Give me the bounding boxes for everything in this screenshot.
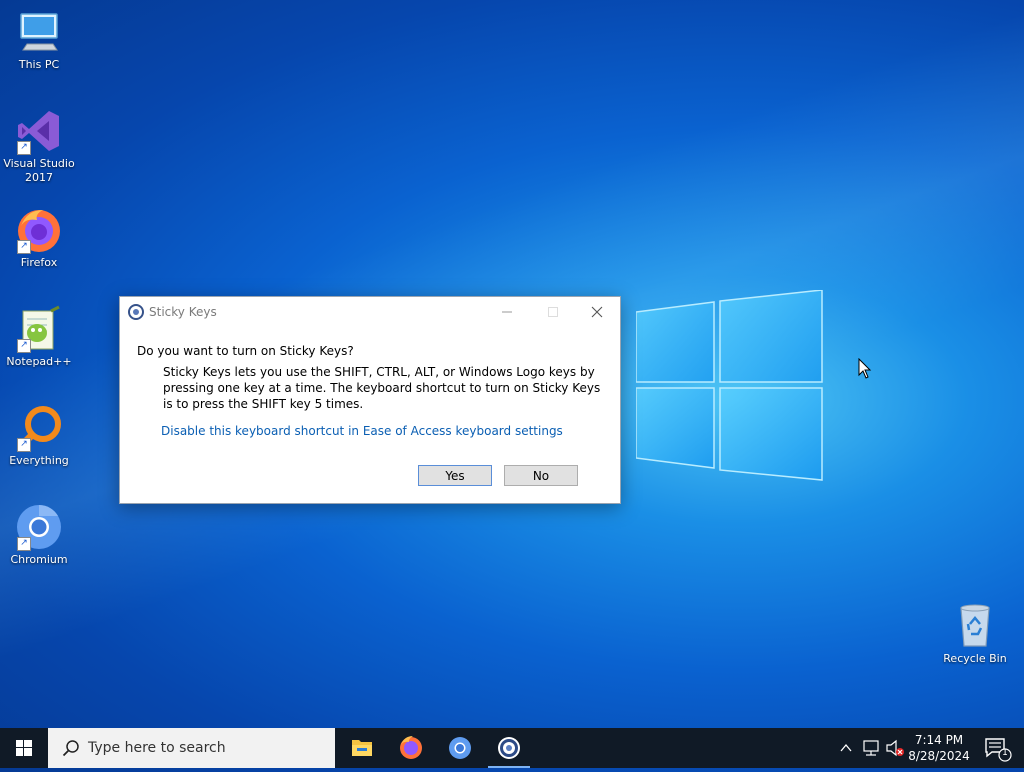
network-icon [863,740,879,756]
shortcut-arrow-icon: ↗ [17,141,31,155]
desktop-icon-label: Notepad++ [6,355,72,368]
desktop-icon-label: Chromium [10,553,68,566]
close-button[interactable] [574,297,620,327]
desktop-icon-label: Firefox [20,256,58,269]
no-button[interactable]: No [504,465,578,486]
chromium-icon [449,737,471,759]
desktop-icon-label: Everything [9,454,69,467]
start-button[interactable] [0,728,48,768]
wallpaper-windows-logo [636,290,823,481]
desktop-icon-recycle-bin[interactable]: Recycle Bin [937,602,1013,666]
desktop-icon-firefox[interactable]: ↗ Firefox [1,206,77,270]
volume-muted-icon [886,739,904,757]
notification-count-badge: 1 [1002,748,1008,758]
maximize-button [530,297,576,327]
clock-date: 8/28/2024 [908,749,970,763]
ease-of-access-icon [498,737,520,759]
show-hidden-icons-button[interactable] [838,728,854,768]
dialog-question: Do you want to turn on Sticky Keys? [137,344,354,358]
shortcut-arrow-icon: ↗ [17,438,31,452]
volume-button[interactable] [884,728,906,768]
maximize-icon [548,307,558,317]
taskbar-firefox[interactable] [387,728,435,768]
taskbar-ease-of-access[interactable] [485,728,533,768]
desktop-icon-visual-studio[interactable]: ↗ Visual Studio 2017 [1,107,77,185]
file-explorer-icon [352,740,372,756]
desktop-icon-everything[interactable]: ↗ Everything [1,404,77,468]
search-icon [62,740,79,757]
mouse-cursor-icon [858,358,872,379]
desktop-icon-this-pc[interactable]: This PC [1,8,77,72]
desktop-icon-notepad-plus-plus[interactable]: ↗ Notepad++ [1,305,77,369]
dialog-description: Sticky Keys lets you use the SHIFT, CTRL… [163,365,601,411]
shortcut-arrow-icon: ↗ [17,537,31,551]
taskbar-clock[interactable]: 7:14 PM 8/28/2024 [905,732,973,764]
minimize-button[interactable] [484,297,530,327]
chevron-up-icon [840,743,852,752]
disable-shortcut-link[interactable]: Disable this keyboard shortcut in Ease o… [161,424,563,438]
taskbar-chromium[interactable] [436,728,484,768]
network-button[interactable] [860,728,882,768]
computer-icon [20,13,58,51]
shortcut-arrow-icon: ↗ [17,240,31,254]
windows-start-icon [16,740,32,756]
notification-icon [985,738,1012,762]
sticky-keys-dialog: Sticky Keys Do you want to turn on Stick… [119,296,621,504]
taskbar-search-box[interactable]: Type here to search [48,728,335,768]
desktop-icon-label: This PC [18,58,60,71]
action-center-button[interactable]: 1 [978,728,1018,768]
clock-time: 7:14 PM [914,733,964,747]
desktop-icon-chromium[interactable]: ↗ Chromium [1,503,77,567]
yes-button[interactable]: Yes [418,465,492,486]
taskbar-file-explorer[interactable] [338,728,386,768]
taskbar: Type here to search 7:14 PM 8/28/2024 1 [0,728,1024,768]
dialog-title: Sticky Keys [149,305,217,319]
desktop-icon-label: Recycle Bin [943,652,1007,665]
desktop-icon-label: Visual Studio 2017 [3,157,75,184]
dialog-titlebar[interactable]: Sticky Keys [120,297,620,327]
recycle-bin-icon [960,604,990,647]
close-icon [591,306,603,318]
minimize-icon [502,311,512,313]
ease-of-access-icon [128,304,144,320]
search-placeholder: Type here to search [88,740,226,756]
firefox-icon [400,736,422,759]
shortcut-arrow-icon: ↗ [17,339,31,353]
